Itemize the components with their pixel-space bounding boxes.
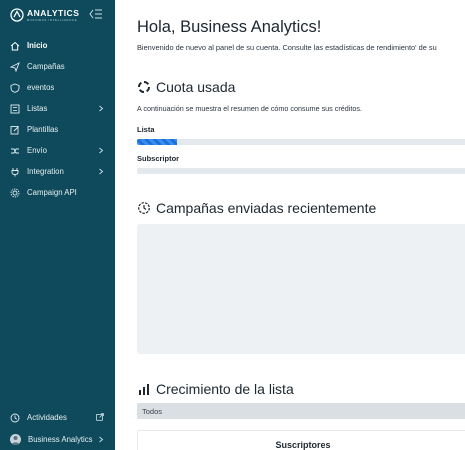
user-icon	[11, 436, 20, 445]
sidebar-item-label: Plantillas	[27, 125, 59, 134]
chevron-right-icon	[99, 168, 104, 175]
user-name: Business Analytics	[28, 435, 93, 444]
shuffle-icon	[11, 148, 19, 153]
sidebar-item-listas[interactable]: Listas	[0, 98, 115, 119]
chevron-right-icon	[99, 436, 104, 443]
bar-chart-icon	[139, 384, 149, 395]
gear-icon	[10, 188, 20, 197]
progress-bar-subscriptor	[137, 168, 465, 174]
list-icon	[10, 104, 20, 113]
list-filter-select[interactable]: Todos	[137, 403, 465, 419]
edit-icon	[10, 125, 19, 134]
sidebar: ANALYTICS BUSINESS INTELLIGENCE Inicio C…	[0, 0, 115, 450]
main-content: Hola, Business Analytics! Bienvenido de …	[115, 0, 465, 450]
growth-section-title: Crecimiento de la lista	[137, 381, 294, 397]
sidebar-item-label: eventos	[27, 83, 55, 92]
sidebar-item-campanas[interactable]: Campañas	[0, 56, 115, 77]
sidebar-item-inicio[interactable]: Inicio	[0, 35, 115, 56]
sidebar-item-eventos[interactable]: eventos	[0, 77, 115, 98]
chevron-right-icon	[99, 105, 104, 112]
subscribers-card: Suscriptores	[137, 430, 465, 450]
plug-icon	[11, 167, 19, 176]
loading-ring-icon	[138, 81, 150, 93]
avatar	[10, 434, 21, 445]
sidebar-item-label: Envío	[27, 146, 47, 155]
shield-icon	[10, 83, 20, 93]
chevron-right-icon	[99, 147, 104, 154]
brand-logo[interactable]: ANALYTICS BUSINESS INTELLIGENCE	[10, 8, 79, 22]
progress-bar-lista	[137, 139, 465, 145]
sidebar-item-plantillas[interactable]: Plantillas	[0, 119, 115, 140]
campaigns-title: Campañas enviadas recientemente	[156, 200, 377, 216]
collapse-menu-icon[interactable]	[89, 8, 103, 20]
welcome-text: Bienvenido de nuevo al panel de su cuent…	[137, 43, 437, 52]
recent-campaigns-panel	[137, 224, 465, 354]
home-icon	[10, 41, 20, 50]
sidebar-item-label: Actividades	[27, 413, 67, 422]
bar-label-lista: Lista	[137, 125, 155, 134]
brand-tagline: BUSINESS INTELLIGENCE	[27, 17, 78, 22]
sidebar-item-label: Campañas	[27, 62, 65, 71]
activity-icon	[10, 413, 20, 422]
subscribers-card-title: Suscriptores	[275, 440, 331, 450]
brand-name: ANALYTICS	[27, 7, 80, 18]
sidebar-item-label: Listas	[27, 104, 48, 113]
sidebar-nav: Inicio Campañas eventos Listas Plantilla…	[0, 35, 115, 203]
sidebar-user-menu[interactable]: Business Analytics	[0, 429, 115, 450]
send-icon	[10, 61, 20, 72]
page-title: Hola, Business Analytics!	[137, 18, 322, 36]
history-icon	[138, 202, 150, 214]
bar-label-subscriptor: Subscriptor	[137, 154, 180, 163]
quota-section-title: Cuota usada	[137, 79, 235, 95]
sidebar-item-envio[interactable]: Envío	[0, 140, 115, 161]
external-link-icon	[96, 413, 104, 421]
sidebar-item-label: Integration	[27, 167, 64, 176]
progress-fill-lista	[137, 139, 177, 145]
sidebar-item-label: Inicio	[27, 41, 48, 50]
growth-title: Crecimiento de la lista	[156, 381, 294, 397]
quota-description: A continuación se muestra el resumen de …	[137, 104, 362, 113]
quota-title: Cuota usada	[156, 79, 236, 95]
sidebar-item-integration[interactable]: Integration	[0, 161, 115, 182]
sidebar-item-actividades[interactable]: Actividades	[0, 407, 115, 428]
sidebar-item-campaign-api[interactable]: Campaign API	[0, 182, 115, 203]
logo-icon	[10, 8, 24, 22]
list-filter-value: Todos	[142, 407, 163, 416]
sidebar-item-label: Campaign API	[27, 188, 77, 197]
campaigns-section-title: Campañas enviadas recientemente	[137, 200, 376, 216]
